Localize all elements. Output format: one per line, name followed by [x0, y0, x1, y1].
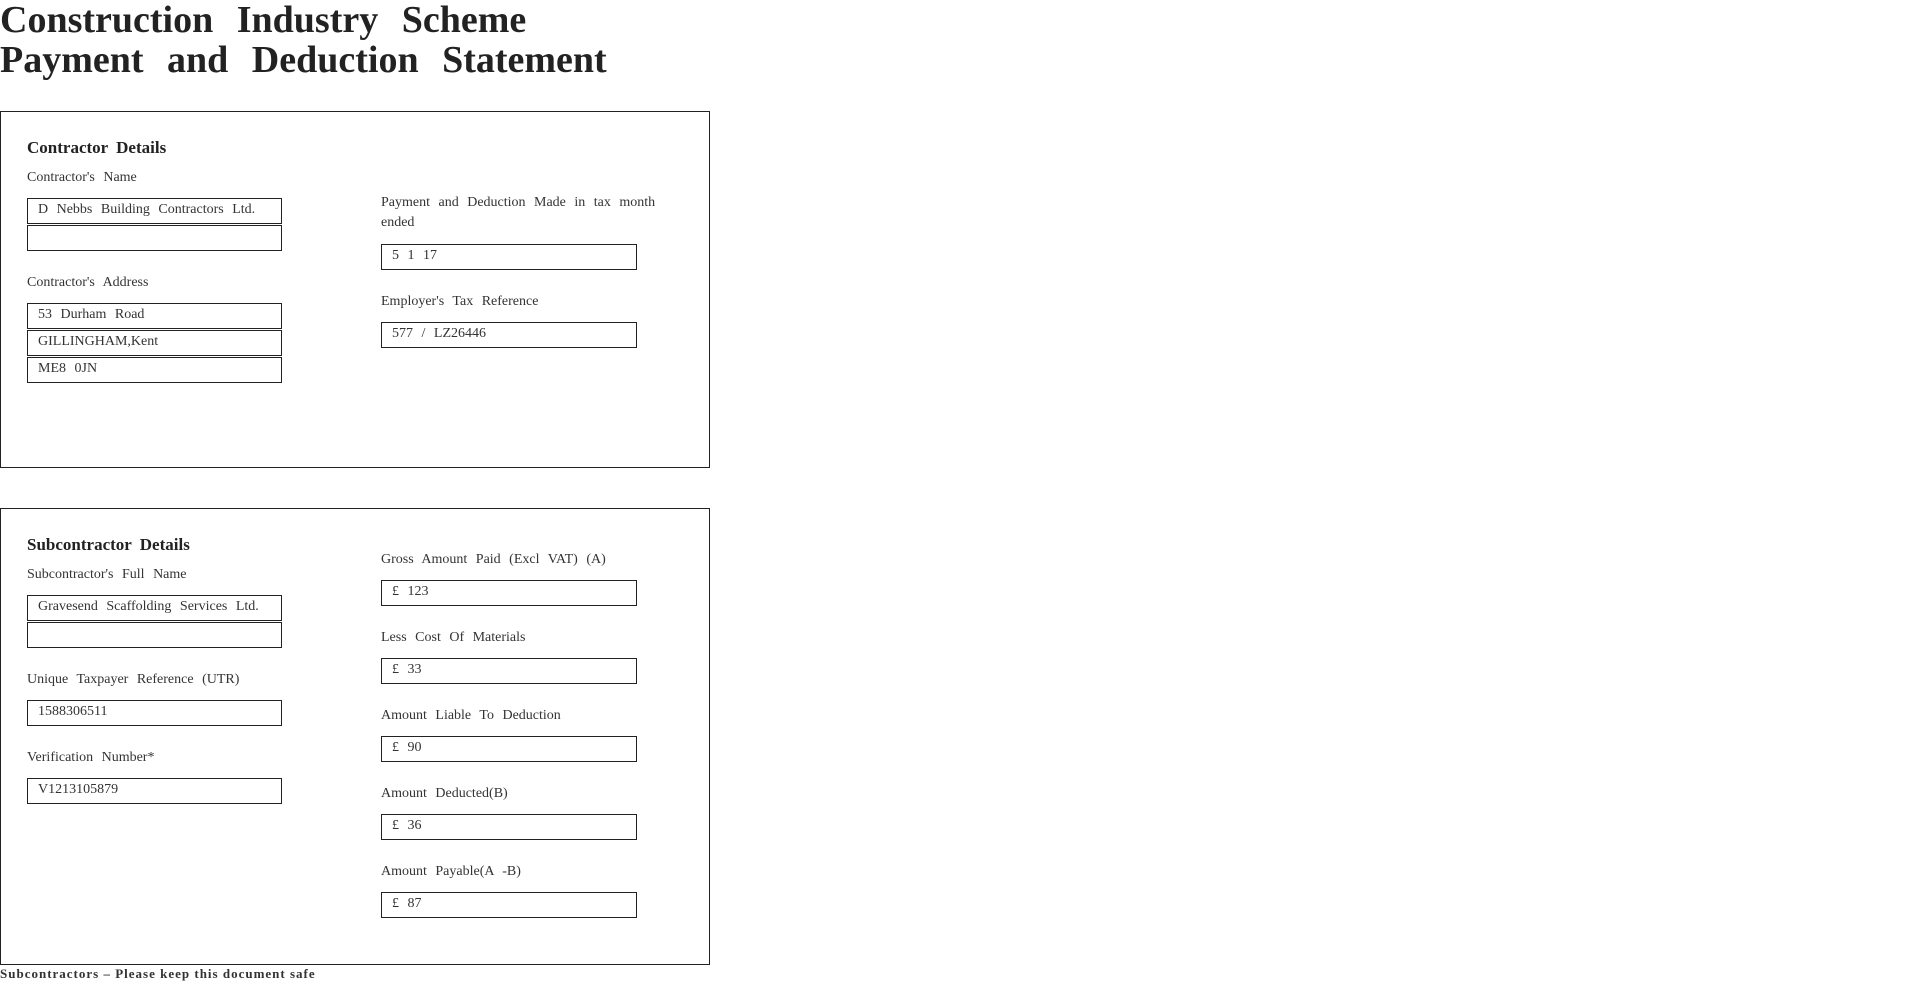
contractor-address-field-1[interactable]: 53 Durham Road	[27, 303, 282, 329]
page-title: Construction Industry Scheme Payment and…	[0, 0, 607, 80]
utr-label: Unique Taxpayer Reference (UTR)	[27, 672, 240, 687]
contractor-details-panel: Contractor Details Contractor's Name D N…	[0, 111, 710, 468]
contractor-address-label: Contractor's Address	[27, 275, 149, 290]
tax-month-field[interactable]: 5 1 17	[381, 244, 637, 270]
amount-deducted-label: Amount Deducted(B)	[381, 786, 508, 801]
subcontractor-details-heading: Subcontractor Details	[27, 535, 190, 554]
title-line-1: Construction Industry Scheme	[0, 0, 527, 41]
subcontractor-name-field-2[interactable]	[27, 622, 282, 648]
subcontractor-details-panel: Subcontractor Details Subcontractor's Fu…	[0, 508, 710, 965]
verification-number-label: Verification Number*	[27, 750, 155, 765]
title-line-2: Payment and Deduction Statement	[0, 39, 607, 81]
contractor-name-label: Contractor's Name	[27, 170, 137, 185]
tax-month-label: Payment and Deduction Made in tax month …	[381, 195, 656, 230]
gross-amount-label: Gross Amount Paid (Excl VAT) (A)	[381, 552, 606, 567]
cost-of-materials-field[interactable]: £ 33	[381, 658, 637, 684]
subcontractor-name-field-1[interactable]: Gravesend Scaffolding Services Ltd.	[27, 595, 282, 621]
amount-deducted-field[interactable]: £ 36	[381, 814, 637, 840]
contractor-name-field-1[interactable]: D Nebbs Building Contractors Ltd.	[27, 198, 282, 224]
amount-payable-label: Amount Payable(A -B)	[381, 864, 521, 879]
footer-note: Subcontractors – Please keep this docume…	[0, 966, 316, 981]
contractor-details-heading: Contractor Details	[27, 138, 167, 157]
utr-field[interactable]: 1588306511	[27, 700, 282, 726]
amount-payable-field[interactable]: £ 87	[381, 892, 637, 918]
subcontractor-name-label: Subcontractor's Full Name	[27, 567, 187, 582]
amount-liable-field[interactable]: £ 90	[381, 736, 637, 762]
contractor-address-field-2[interactable]: GILLINGHAM,Kent	[27, 330, 282, 356]
gross-amount-field[interactable]: £ 123	[381, 580, 637, 606]
employer-tax-reference-field[interactable]: 577 / LZ26446	[381, 322, 637, 348]
cost-of-materials-label: Less Cost Of Materials	[381, 630, 526, 645]
contractor-address-field-3[interactable]: ME8 0JN	[27, 357, 282, 383]
employer-tax-reference-label: Employer's Tax Reference	[381, 294, 539, 309]
contractor-name-field-2[interactable]	[27, 225, 282, 251]
verification-number-field[interactable]: V1213105879	[27, 778, 282, 804]
amount-liable-label: Amount Liable To Deduction	[381, 708, 561, 723]
